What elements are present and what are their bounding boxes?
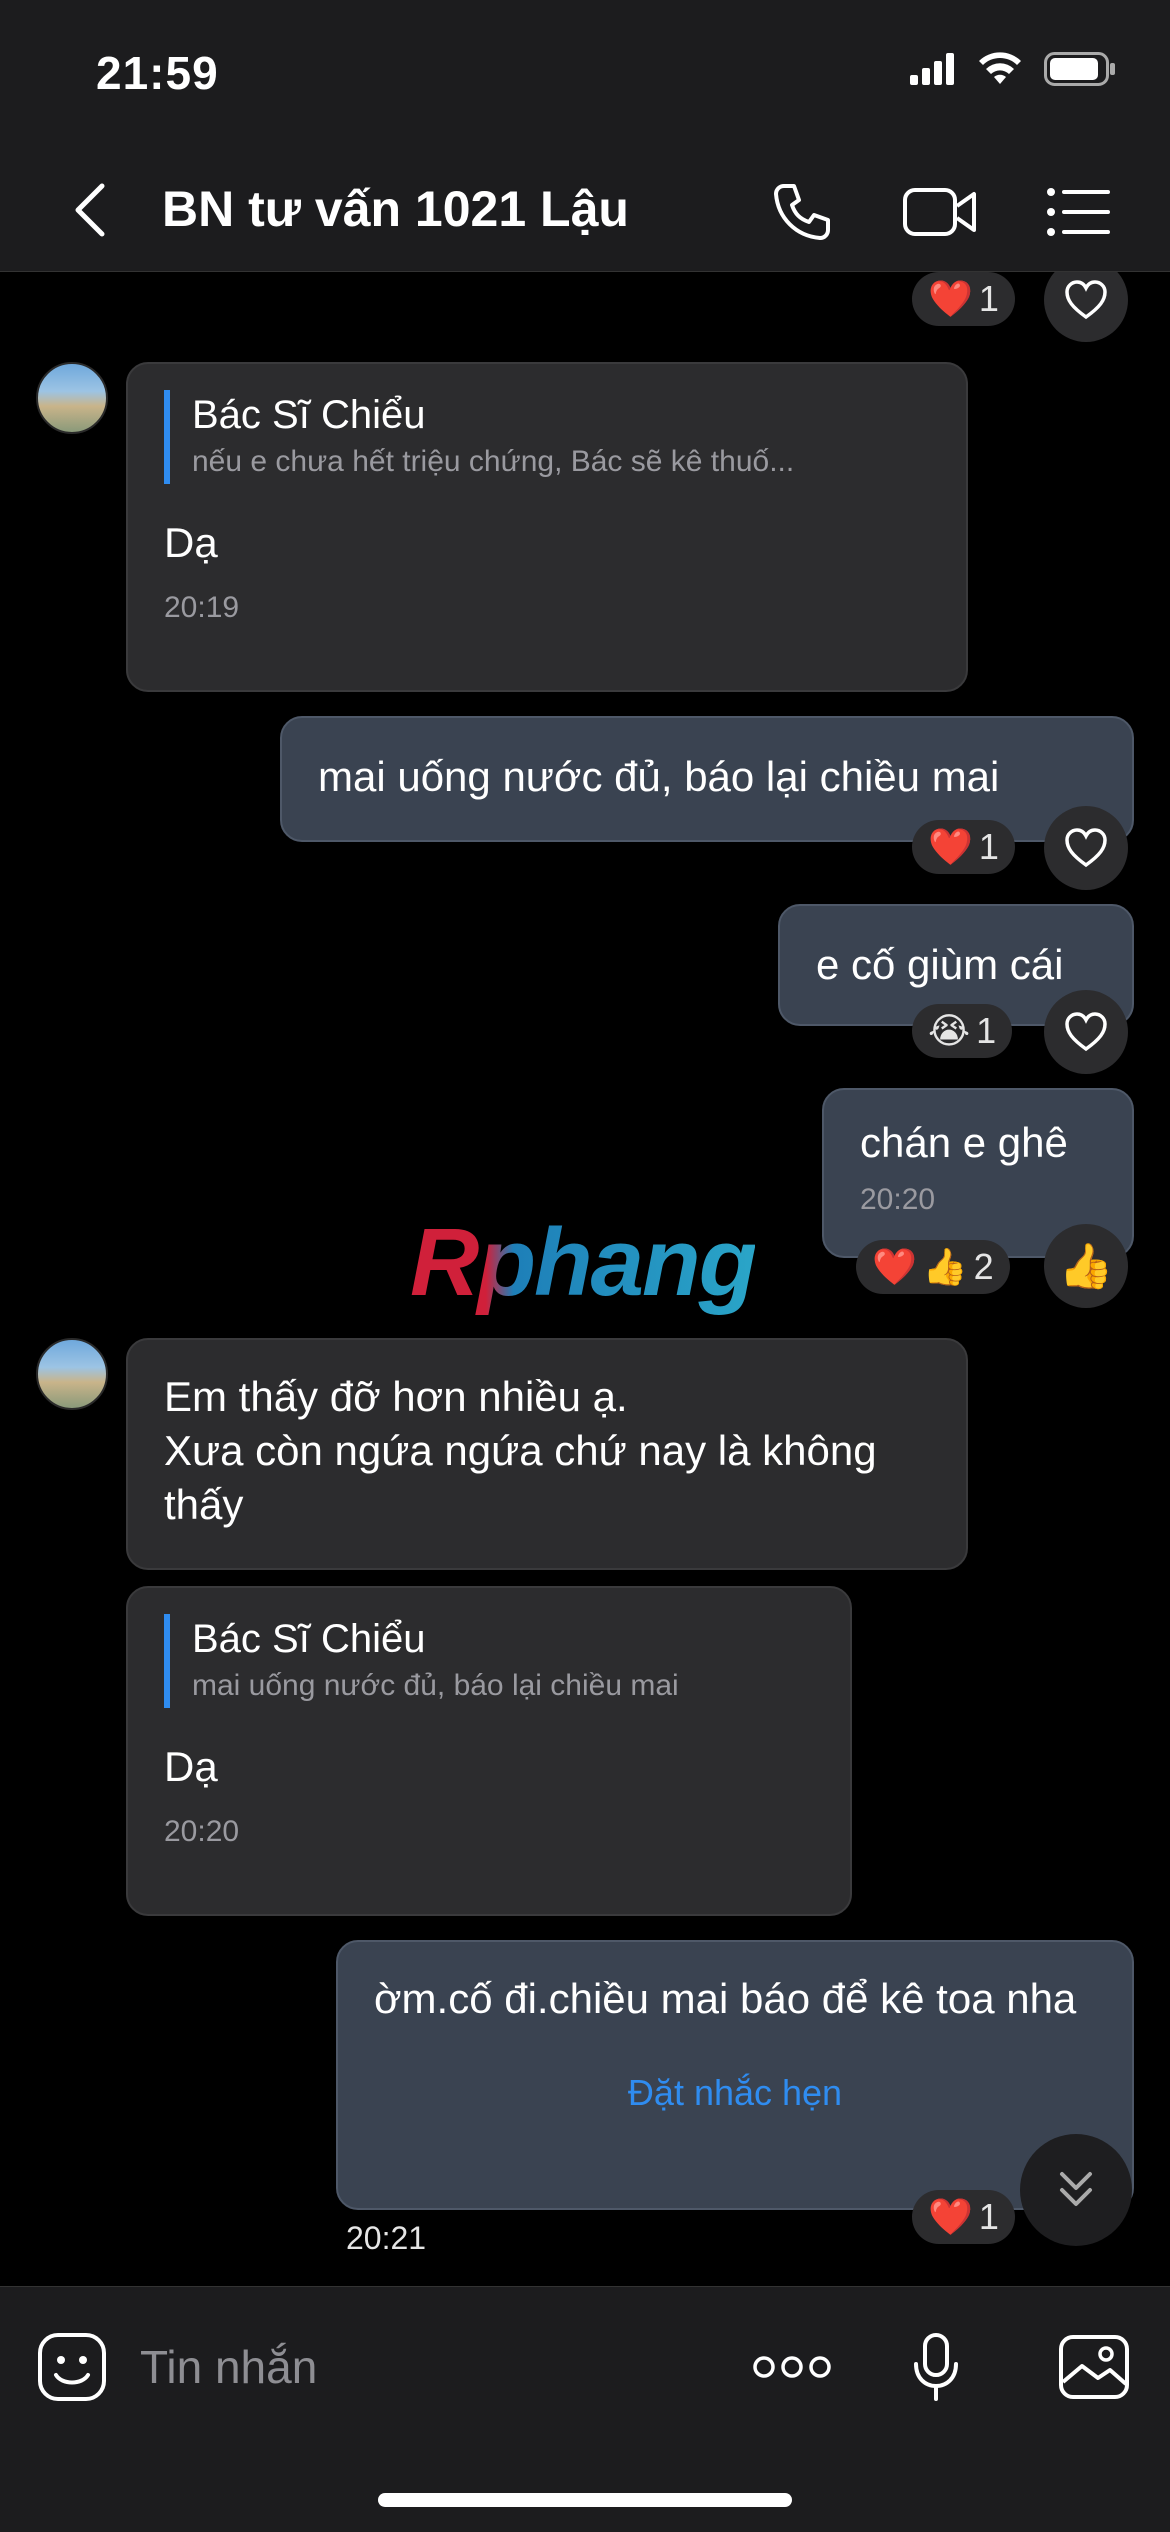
quote-text: mai uống nước đủ, báo lại chiều mai <box>192 1669 679 1702</box>
message-bubble-outgoing[interactable]: mai uống nước đủ, báo lại chiều mai <box>280 716 1134 842</box>
reaction-count: 1 <box>978 826 999 867</box>
message-text: Dạ <box>164 519 218 566</box>
message-input-bar <box>0 2286 1170 2532</box>
quoted-message[interactable]: Bác Sĩ Chiểu nếu e chưa hết triệu chứng,… <box>164 390 930 484</box>
react-button[interactable] <box>1044 990 1128 1074</box>
signal-icon <box>910 53 956 90</box>
menu-button[interactable] <box>1042 176 1114 248</box>
heart-reaction-icon: ❤️ <box>928 2196 973 2237</box>
microphone-icon <box>914 2333 958 2401</box>
more-options-button[interactable] <box>750 2327 834 2407</box>
sticker-button[interactable] <box>32 2327 112 2407</box>
video-camera-icon <box>903 188 976 236</box>
message-text: mai uống nước đủ, báo lại chiều mai <box>318 753 1000 800</box>
reaction-count: 2 <box>973 1246 994 1287</box>
reaction-count: 1 <box>978 278 999 319</box>
chat-header: BN tư vấn 1021 Lậu <box>0 150 1170 272</box>
react-button[interactable] <box>1044 272 1128 342</box>
voice-button[interactable] <box>896 2327 976 2407</box>
chat-title[interactable]: BN tư vấn 1021 Lậu <box>162 180 629 238</box>
avatar[interactable] <box>36 1338 108 1410</box>
more-dots-icon <box>753 2356 831 2378</box>
heart-reaction-icon: ❤️ <box>872 1246 917 1287</box>
message-time: 20:19 <box>164 591 240 624</box>
reaction-count: 1 <box>976 1010 997 1051</box>
sticker-smile-icon <box>38 2333 106 2401</box>
message-text-line: Xưa còn ngứa ngứa chứ nay là không thấy <box>164 1427 877 1528</box>
react-button[interactable]: 👍 <box>1044 1224 1128 1308</box>
reaction-count: 1 <box>978 2196 999 2237</box>
status-time: 21:59 <box>96 47 219 99</box>
avatar[interactable] <box>36 362 108 434</box>
message-time: 20:20 <box>860 1183 936 1216</box>
heart-reaction-icon: ❤️ <box>928 278 973 319</box>
status-bar: 21:59 <box>0 0 1170 150</box>
battery-icon <box>1044 52 1116 91</box>
message-bubble-incoming[interactable]: Em thấy đỡ hơn nhiều ạ. Xưa còn ngứa ngứ… <box>126 1338 968 1570</box>
message-bubble-incoming[interactable]: Bác Sĩ Chiểu mai uống nước đủ, báo lại c… <box>126 1586 852 1916</box>
message-text: ờm.cố đi.chiều mai báo để kê toa nha <box>374 1975 1077 2022</box>
reaction-summary[interactable]: ❤️ 1 <box>912 2190 1015 2244</box>
message-time: 20:20 <box>164 1815 240 1848</box>
message-text: Dạ <box>164 1743 218 1790</box>
message-time: 20:21 <box>346 2220 427 2256</box>
wifi-icon <box>978 52 1022 91</box>
set-reminder-link[interactable]: Đặt nhắc hẹn <box>374 2066 1096 2120</box>
react-button[interactable] <box>1044 806 1128 890</box>
quote-author: Bác Sĩ Chiểu <box>192 393 426 437</box>
chevron-left-icon <box>75 183 105 237</box>
message-bubble-incoming[interactable]: Bác Sĩ Chiểu nếu e chưa hết triệu chứng,… <box>126 362 968 692</box>
call-button[interactable] <box>766 176 838 248</box>
scroll-to-bottom-button[interactable] <box>1020 2134 1132 2246</box>
message-bubble-outgoing[interactable]: ờm.cố đi.chiều mai báo để kê toa nha Đặt… <box>336 1940 1134 2210</box>
reaction-summary[interactable]: 😭 1 <box>912 1004 1013 1058</box>
heart-outline-icon <box>1065 828 1107 868</box>
phone-icon <box>774 184 830 240</box>
thumbs-up-reaction-icon: 👍 <box>922 1246 968 1287</box>
watermark: Rphang <box>410 1209 757 1316</box>
message-text: chán e ghê <box>860 1119 1068 1166</box>
message-text-line: Em thấy đỡ hơn nhiều ạ. <box>164 1373 628 1420</box>
crying-reaction-icon: 😭 <box>928 1010 971 1051</box>
message-text: e cố giùm cái <box>816 941 1064 988</box>
message-list[interactable]: ❤️ 1 Bác Sĩ Chiểu nếu e chưa hết triệu c… <box>0 272 1170 2286</box>
video-call-button[interactable] <box>900 176 980 248</box>
home-indicator <box>378 2493 792 2507</box>
image-gallery-icon <box>1059 2335 1129 2399</box>
reaction-summary[interactable]: ❤️ 1 <box>912 820 1015 874</box>
heart-reaction-icon: ❤️ <box>928 826 973 867</box>
list-menu-icon <box>1047 188 1110 236</box>
reaction-summary[interactable]: ❤️ 1 <box>912 272 1015 326</box>
reaction-summary[interactable]: ❤️ 👍 2 <box>856 1240 1010 1294</box>
message-input[interactable] <box>140 2327 700 2407</box>
double-chevron-down-icon <box>1060 2172 1092 2206</box>
status-icons <box>910 52 1116 91</box>
heart-outline-icon <box>1065 280 1107 320</box>
heart-outline-icon <box>1065 1012 1107 1052</box>
thumbs-up-icon: 👍 <box>1058 1242 1114 1291</box>
gallery-button[interactable] <box>1054 2327 1134 2407</box>
quoted-message[interactable]: Bác Sĩ Chiểu mai uống nước đủ, báo lại c… <box>164 1614 814 1708</box>
back-button[interactable] <box>60 180 120 240</box>
quote-author: Bác Sĩ Chiểu <box>192 1617 426 1661</box>
quote-text: nếu e chưa hết triệu chứng, Bác sẽ kê th… <box>192 445 795 478</box>
